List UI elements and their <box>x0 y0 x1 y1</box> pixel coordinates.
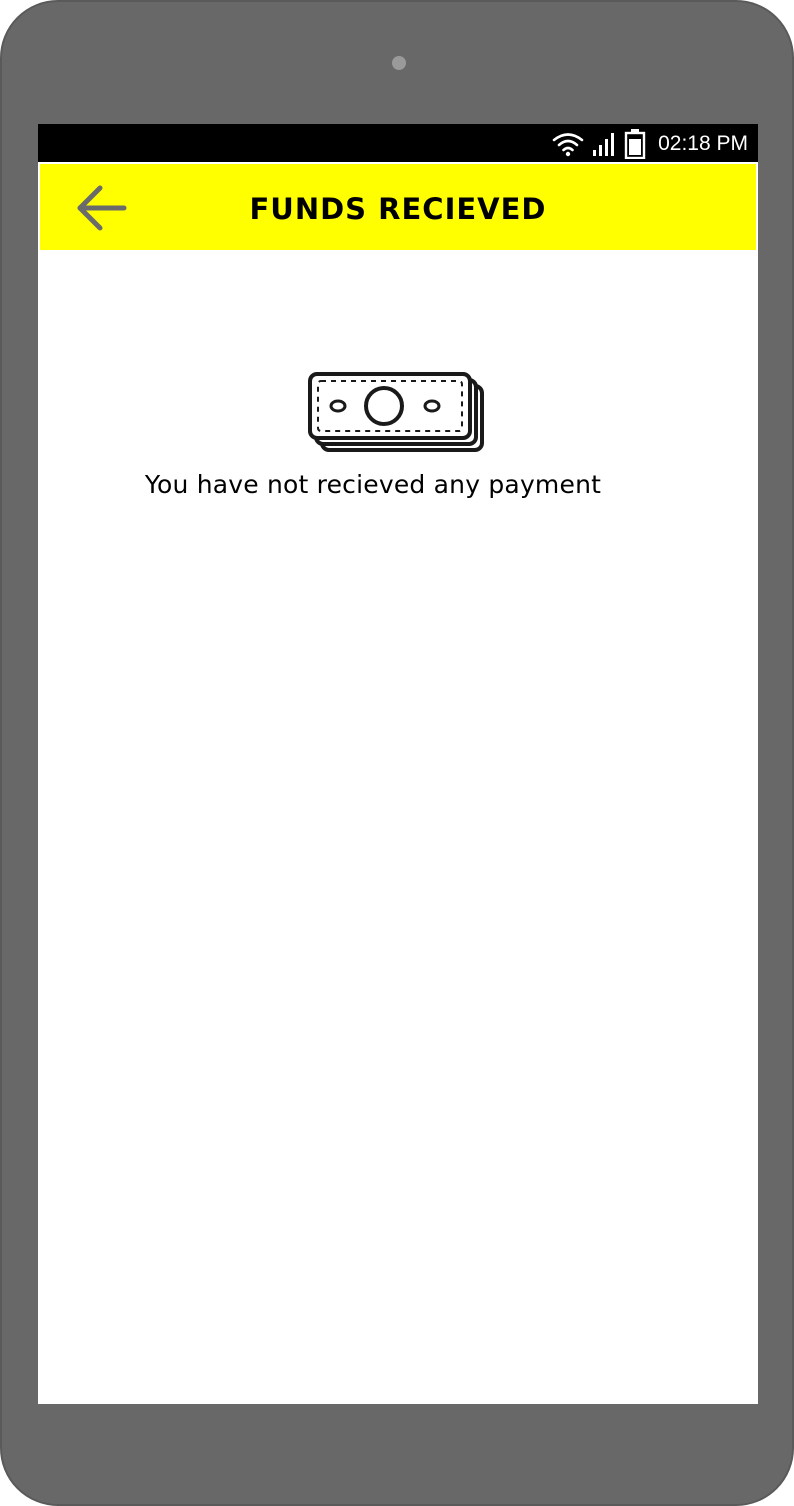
back-button[interactable] <box>70 180 130 236</box>
signal-icon <box>593 133 614 156</box>
battery-icon <box>624 129 646 159</box>
screen: 02:18 PM FUNDS RECIEVED You have not rec… <box>38 124 758 1404</box>
page-title: FUNDS RECIEVED <box>249 192 547 226</box>
camera-dot <box>392 56 406 70</box>
empty-message: You have not recieved any payment <box>144 470 602 499</box>
status-bar: 02:18 PM <box>38 124 758 162</box>
arrow-left-icon <box>77 185 127 231</box>
status-time: 02:18 PM <box>658 132 748 155</box>
money-stack-icon <box>308 372 484 452</box>
app-bar: FUNDS RECIEVED <box>40 164 756 250</box>
status-icons <box>552 129 646 159</box>
device-frame: 02:18 PM FUNDS RECIEVED You have not rec… <box>0 0 794 1506</box>
wifi-icon <box>552 133 584 157</box>
